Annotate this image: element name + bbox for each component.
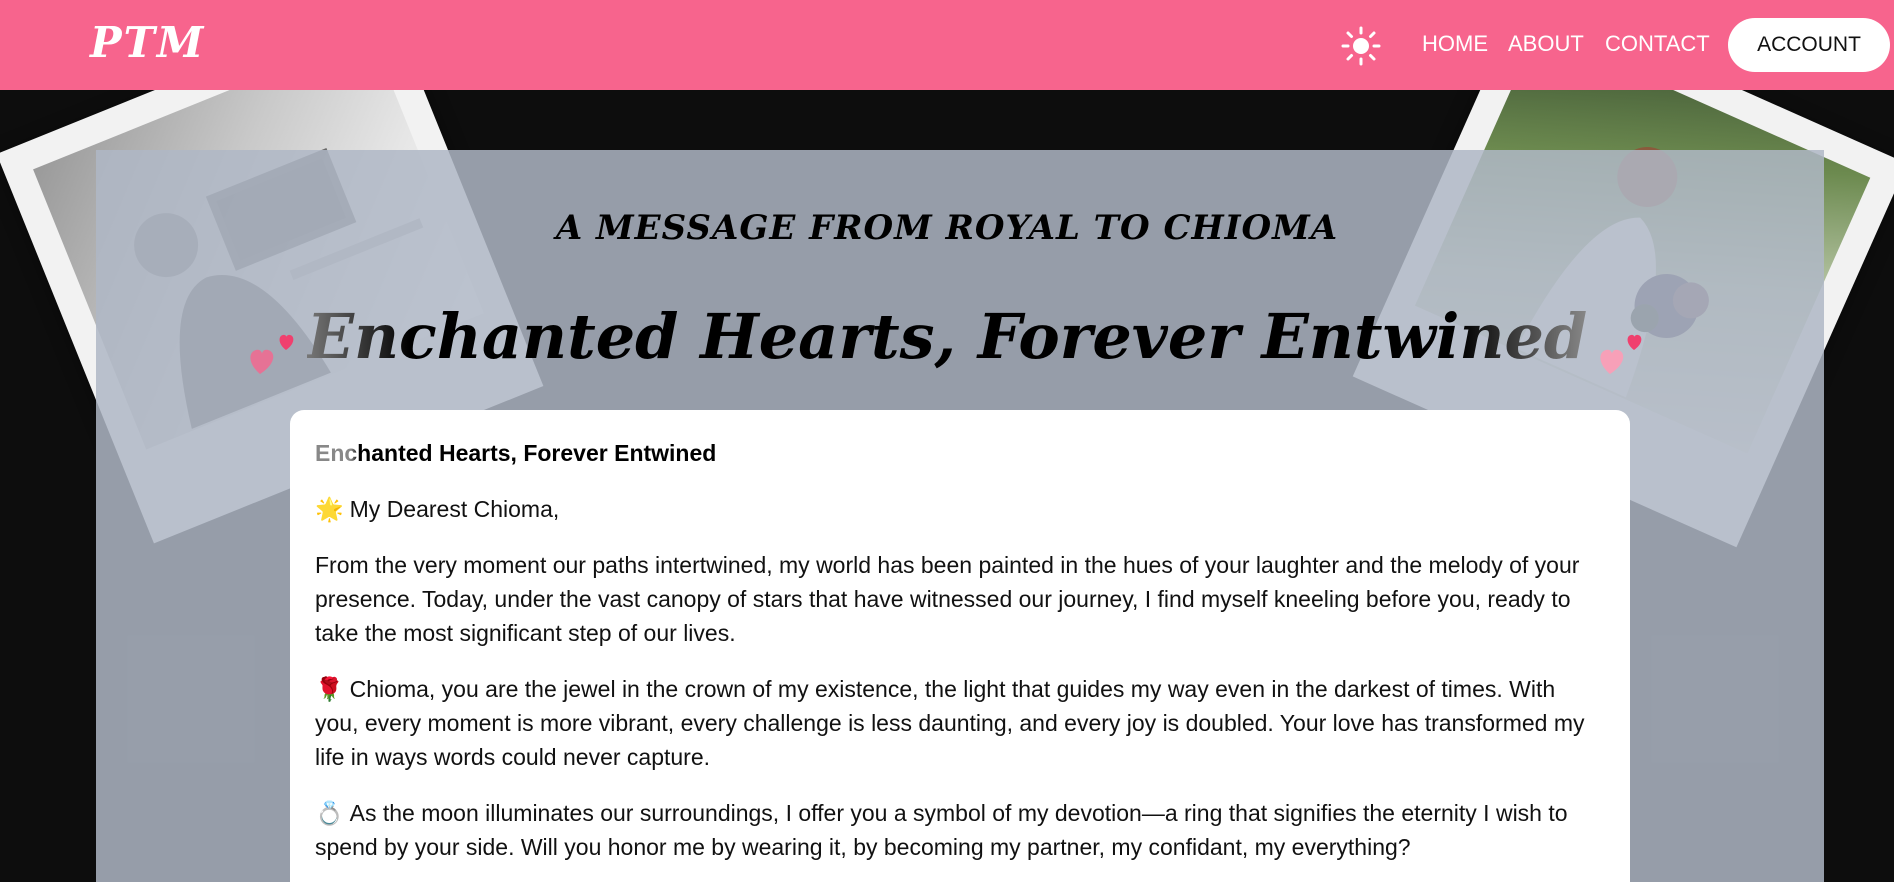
letter-heading: Enchanted Hearts, Forever Entwined [315,436,716,470]
hero-title: Enchanted Hearts, Forever Entwined [306,300,1588,373]
paragraph-2-text: Chioma, you are the jewel in the crown o… [315,676,1585,770]
letter-greeting: 🌟 My Dearest Chioma, [315,492,1605,526]
nav-about-link[interactable]: ABOUT [1508,31,1584,57]
star-emoji-icon: 🌟 [315,496,344,522]
hero-title-row: Enchanted Hearts, Forever Entwined [0,300,1894,382]
paragraph-3-text: As the moon illuminates our surroundings… [315,800,1568,860]
hearts-icon-left [246,326,302,382]
letter-card: Enchanted Hearts, Forever Entwined 🌟 My D… [290,410,1630,882]
rose-emoji-icon: 🌹 [315,676,344,702]
letter-paragraph-2: 🌹 Chioma, you are the jewel in the crown … [315,672,1605,774]
navbar: PTM HOME ABOUT CONTACT ACCOUNT [0,0,1894,90]
letter-paragraph-3: 💍 As the moon illuminates our surrounding… [315,796,1605,864]
ring-emoji-icon: 💍 [315,800,344,826]
sun-icon[interactable] [1340,25,1382,67]
letter-paragraph-1: From the very moment our paths intertwin… [315,552,1580,646]
account-button[interactable]: ACCOUNT [1728,18,1890,72]
nav-contact-link[interactable]: CONTACT [1605,31,1710,57]
nav-home-link[interactable]: HOME [1422,31,1488,57]
greeting-text: My Dearest Chioma, [349,496,560,522]
hearts-icon-right [1592,326,1648,382]
logo[interactable]: PTM [90,18,205,67]
message-subtitle: A MESSAGE FROM ROYAL TO CHIOMA [555,208,1339,248]
